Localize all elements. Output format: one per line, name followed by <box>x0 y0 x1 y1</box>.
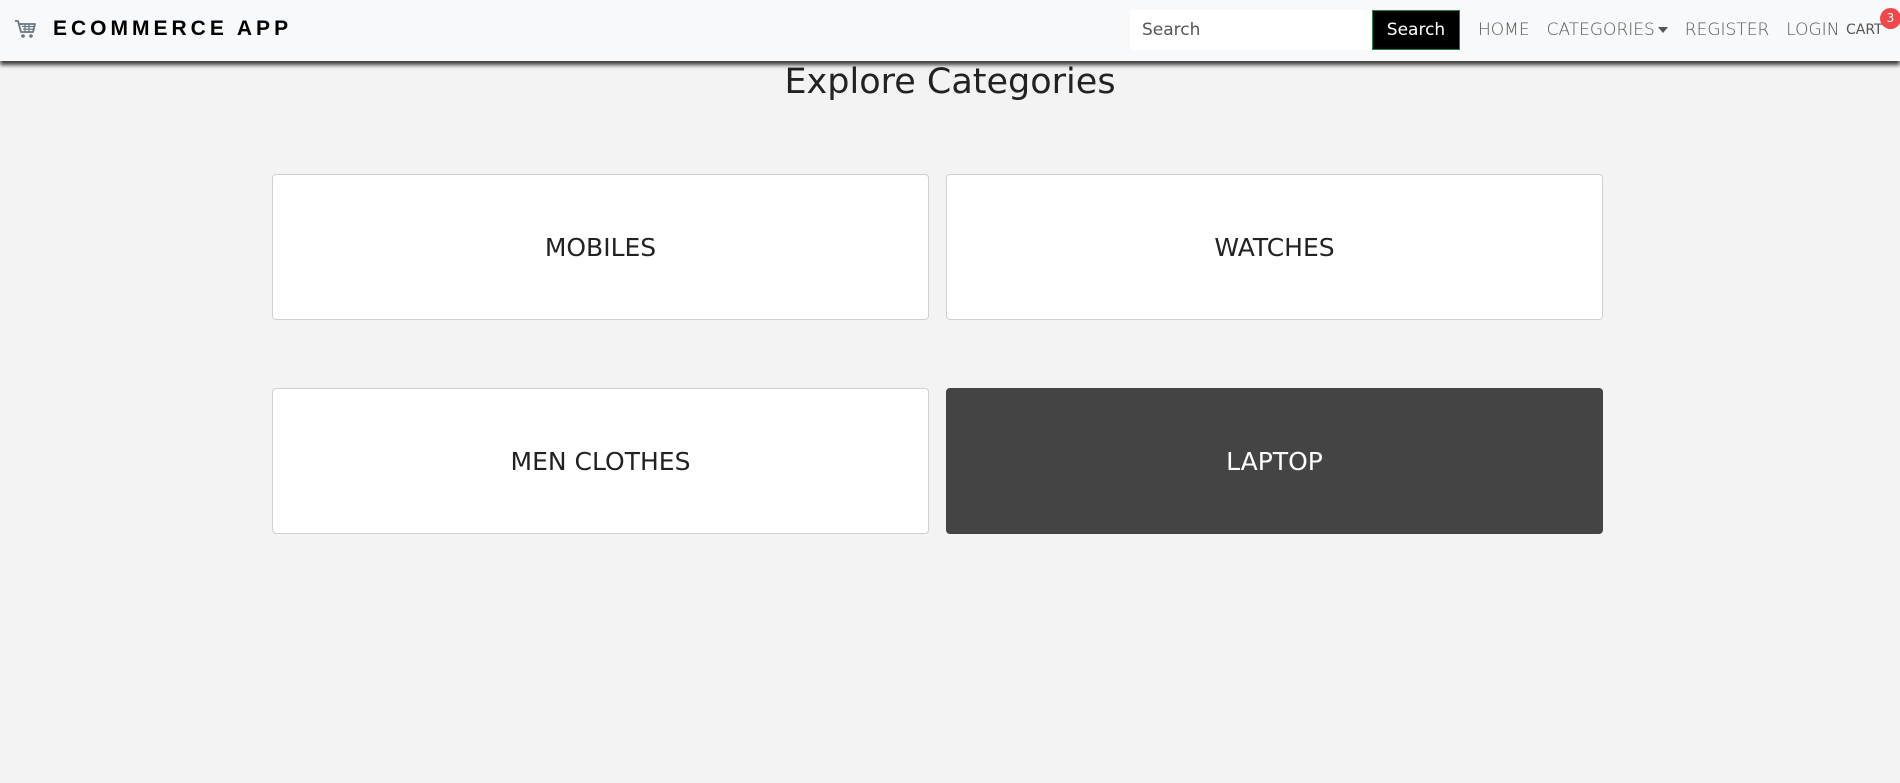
page-title: Explore Categories <box>784 62 1116 102</box>
search-button[interactable]: Search <box>1372 10 1460 50</box>
chevron-down-icon <box>1657 27 1668 33</box>
category-label: MOBILES <box>544 232 657 262</box>
nav-links: HOME CATEGORIES REGISTER LOGIN <box>1478 16 1856 44</box>
nav-login-label: LOGIN <box>1786 20 1840 40</box>
category-card-men-clothes[interactable]: MEN CLOTHES <box>272 388 929 534</box>
brand-link[interactable]: ECOMMERCE APP <box>14 14 292 44</box>
nav-categories-dropdown[interactable]: CATEGORIES <box>1547 20 1668 40</box>
shopping-cart-icon <box>14 18 38 40</box>
nav-login-link[interactable]: LOGIN <box>1786 20 1839 40</box>
search-input[interactable] <box>1130 10 1372 50</box>
nav-categories-label: CATEGORIES <box>1546 20 1655 40</box>
nav-cart-label: CART <box>1846 22 1883 38</box>
nav-home-label: HOME <box>1478 20 1530 40</box>
brand-text: ECOMMERCE APP <box>53 17 293 40</box>
nav-register-link[interactable]: REGISTER <box>1685 20 1769 40</box>
category-card-mobiles[interactable]: MOBILES <box>272 174 929 320</box>
navbar: ECOMMERCE APP Search HOME CATEGORIES REG… <box>0 0 1900 61</box>
category-label: WATCHES <box>1214 232 1335 262</box>
nav-home-link[interactable]: HOME <box>1478 20 1530 40</box>
category-label: MEN CLOTHES <box>510 446 691 476</box>
category-label: LAPTOP <box>1226 446 1323 476</box>
category-card-laptop[interactable]: LAPTOP <box>946 388 1603 534</box>
nav-cart-link[interactable]: CART <box>1846 22 1883 38</box>
category-card-watches[interactable]: WATCHES <box>946 174 1603 320</box>
nav-register-label: REGISTER <box>1684 20 1770 40</box>
search-form: Search <box>1130 10 1460 50</box>
cart-count-badge: 3 <box>1880 8 1900 29</box>
